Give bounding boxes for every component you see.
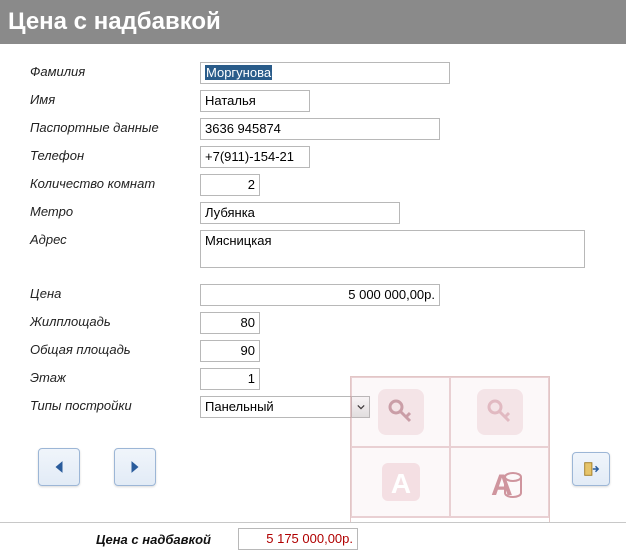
label-phone: Телефон bbox=[30, 146, 200, 163]
footer-price-surcharge: 5 175 000,00р. bbox=[238, 528, 358, 550]
label-living-sq: Жилплощадь bbox=[30, 312, 200, 329]
field-rooms[interactable]: 2 bbox=[200, 174, 260, 196]
field-address[interactable]: Мясницкая bbox=[200, 230, 585, 268]
chevron-down-icon bbox=[357, 403, 365, 411]
field-passport[interactable]: 3636 945874 bbox=[200, 118, 440, 140]
next-record-button[interactable] bbox=[114, 448, 156, 486]
door-exit-icon bbox=[582, 460, 600, 478]
build-type-dropdown-button[interactable] bbox=[351, 397, 369, 417]
field-build-type[interactable]: Панельный bbox=[200, 396, 370, 418]
field-price[interactable]: 5 000 000,00р. bbox=[200, 284, 440, 306]
selected-text: Моргунова bbox=[205, 65, 272, 80]
field-name[interactable]: Наталья bbox=[200, 90, 310, 112]
form-title: Цена с надбавкой bbox=[0, 0, 626, 44]
triangle-right-icon bbox=[129, 460, 141, 474]
prev-record-button[interactable] bbox=[38, 448, 80, 486]
label-floor: Этаж bbox=[30, 368, 200, 385]
field-metro[interactable]: Лубянка bbox=[200, 202, 400, 224]
svg-text:A: A bbox=[491, 469, 513, 502]
label-surname: Фамилия bbox=[30, 62, 200, 79]
label-passport: Паспортные данные bbox=[30, 118, 200, 135]
close-form-button[interactable] bbox=[572, 452, 610, 486]
triangle-left-icon bbox=[53, 460, 65, 474]
label-price: Цена bbox=[30, 284, 200, 301]
label-metro: Метро bbox=[30, 202, 200, 219]
label-total-sq: Общая площадь bbox=[30, 340, 200, 357]
access-db-icon: A bbox=[475, 457, 525, 507]
label-name: Имя bbox=[30, 90, 200, 107]
field-floor[interactable]: 1 bbox=[200, 368, 260, 390]
label-address: Адрес bbox=[30, 230, 200, 247]
access-a-icon: A bbox=[376, 457, 426, 507]
label-build-type: Типы постройки bbox=[30, 396, 200, 413]
form-footer: Цена с надбавкой 5 175 000,00р. bbox=[0, 522, 626, 556]
field-surname[interactable]: Моргунова bbox=[200, 62, 450, 84]
label-rooms: Количество комнат bbox=[30, 174, 200, 191]
footer-label: Цена с надбавкой bbox=[96, 532, 211, 547]
svg-text:A: A bbox=[390, 468, 410, 499]
field-living-sq[interactable]: 80 bbox=[200, 312, 260, 334]
field-total-sq[interactable]: 90 bbox=[200, 340, 260, 362]
form-body: Фамилия Моргунова Имя Наталья Паспортные… bbox=[0, 44, 626, 418]
field-phone[interactable]: +7(911)-154-21 bbox=[200, 146, 310, 168]
record-nav bbox=[38, 448, 156, 486]
